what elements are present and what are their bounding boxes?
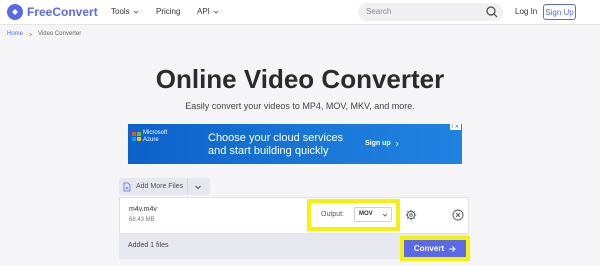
microsoft-logo-icon: [132, 132, 141, 141]
top-header: FreeConvert Tools Pricing API Search Log…: [0, 0, 600, 25]
output-format-box: Output: MOV: [307, 199, 400, 231]
nav-pricing[interactable]: Pricing: [156, 7, 180, 16]
gear-icon[interactable]: [405, 209, 417, 221]
nav-tools-label: Tools: [111, 7, 130, 16]
chevron-down-icon: [133, 10, 138, 14]
logo-icon: [7, 4, 23, 20]
page-subtitle: Easily convert your videos to MP4, MOV, …: [185, 101, 415, 111]
add-more-files-label: Add More Files: [136, 183, 184, 190]
ad-banner[interactable]: Microsoft Azure Choose your cloud servic…: [128, 124, 462, 164]
convert-label: Convert: [413, 244, 445, 253]
chevron-down-icon[interactable]: [194, 183, 202, 191]
chevron-right-icon: [395, 141, 399, 146]
search-input[interactable]: Search: [358, 3, 503, 21]
nav-api-label: API: [197, 7, 210, 16]
files-added-status: Added 1 files: [128, 242, 169, 249]
breadcrumb-current: Video Converter: [38, 31, 82, 37]
nav-api[interactable]: API: [197, 7, 219, 16]
divider: [187, 178, 188, 195]
nav-pricing-label: Pricing: [156, 7, 181, 16]
convert-button[interactable]: Convert: [404, 240, 466, 257]
ad-brand-line1: Microsoft: [143, 130, 168, 136]
ad-choices-badge[interactable]: i ✕: [450, 124, 461, 130]
file-name: m4v.m4v: [129, 206, 157, 213]
file-add-icon: [123, 182, 131, 191]
ad-signup-link[interactable]: Sign up: [365, 140, 400, 147]
ad-brand-line2: Azure: [143, 137, 159, 143]
convert-highlight: Convert: [400, 236, 470, 261]
output-format-select[interactable]: MOV: [354, 207, 392, 222]
output-format-value: MOV: [359, 211, 373, 217]
breadcrumb-home[interactable]: Home: [7, 31, 23, 37]
chevron-down-icon: [213, 10, 219, 14]
breadcrumb: Home Video Converter: [7, 31, 81, 37]
add-more-files-button[interactable]: Add More Files: [119, 178, 210, 195]
arrow-right-icon: [449, 245, 456, 252]
file-size: 68.43 MB: [129, 217, 155, 223]
login-link[interactable]: Log In: [515, 7, 537, 16]
search-icon[interactable]: [485, 5, 499, 19]
nav-tools[interactable]: Tools: [111, 7, 139, 16]
page-title: Online Video Converter: [155, 64, 445, 94]
ad-cta-label: Sign up: [365, 140, 391, 147]
close-icon[interactable]: [452, 209, 464, 221]
output-label: Output:: [321, 211, 344, 218]
logo-text: FreeConvert: [27, 5, 98, 19]
logo[interactable]: FreeConvert: [7, 4, 98, 20]
chevron-down-icon: [382, 213, 388, 217]
signup-button[interactable]: Sign Up: [543, 4, 576, 20]
chevron-right-icon: [29, 32, 33, 36]
search-placeholder: Search: [366, 7, 392, 16]
